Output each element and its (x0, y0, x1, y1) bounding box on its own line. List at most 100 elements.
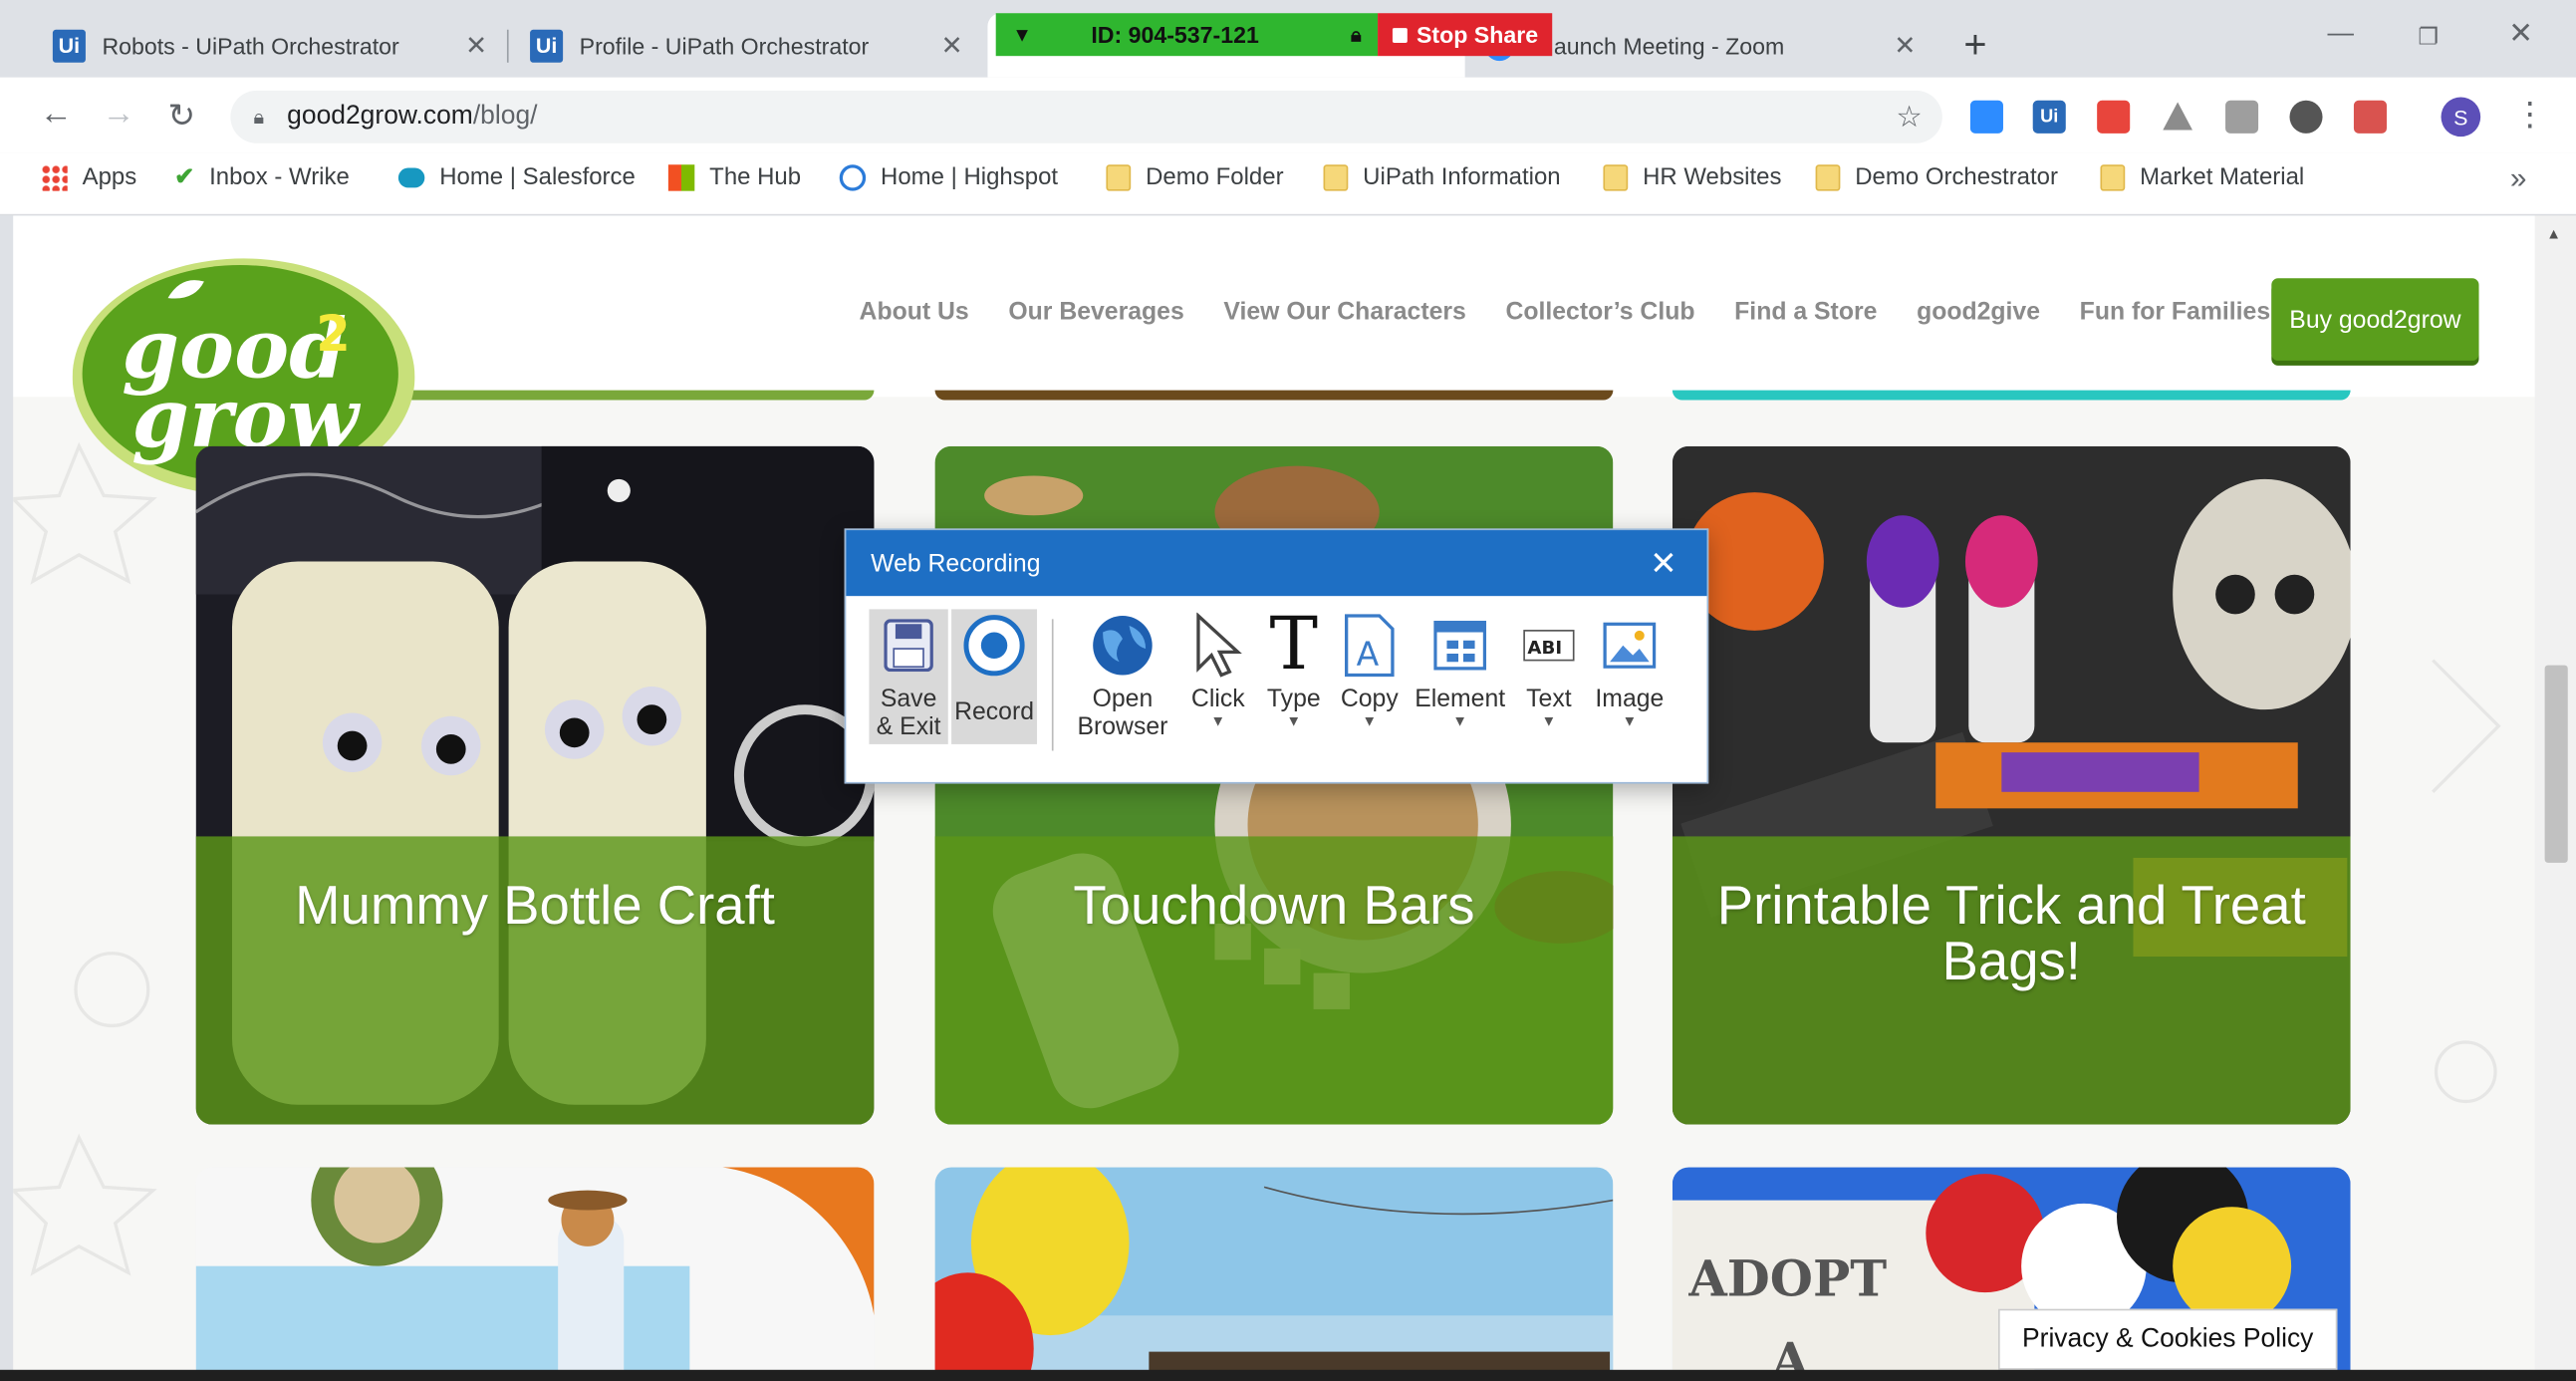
record-button[interactable]: Record (951, 609, 1038, 744)
nav-fun-for-families[interactable]: Fun for Families (2080, 298, 2270, 326)
bookmark-label: Inbox - Wrike (209, 164, 350, 191)
url-path: /blog/ (472, 102, 538, 131)
bookmark-wrike[interactable]: ✔ Inbox - Wrike (174, 164, 350, 190)
stop-share-button[interactable]: Stop Share (1378, 13, 1553, 57)
web-page: About Us Our Beverages View Our Characte… (13, 215, 2576, 1381)
party-balloons-photo (934, 1167, 1614, 1381)
bookmark-highspot[interactable]: Home | Highspot (839, 164, 1058, 191)
buy-good2grow-button[interactable]: Buy good2grow (2271, 278, 2479, 361)
nav-our-beverages[interactable]: Our Beverages (1008, 298, 1183, 326)
extension-icon[interactable] (2289, 100, 2323, 134)
dropdown-caret-icon: ▼ (1210, 712, 1226, 730)
zoom-meeting-id-panel[interactable]: ▼ ID: 904-537-121 🔒︎ (995, 13, 1379, 57)
image-picture-icon (1603, 609, 1657, 682)
close-icon[interactable]: ✕ (941, 29, 963, 62)
window-close-icon[interactable]: ✕ (2508, 17, 2533, 52)
bookmark-the-hub[interactable]: The Hub (667, 164, 802, 191)
folder-icon (1106, 164, 1132, 191)
open-browser-button[interactable]: Open Browser (1070, 609, 1175, 741)
browser-toolbar: ← → ↻ 🔒︎ good2grow.com/blog/ ☆ Ui S ⋮ (0, 77, 2576, 153)
signal-icon: ▼ (1012, 23, 1032, 47)
button-label: Browser (1077, 712, 1168, 741)
card-title: Mummy Bottle Craft (295, 874, 775, 936)
blog-card-woody-craft[interactable] (195, 1167, 875, 1381)
nav-good2give[interactable]: good2give (1917, 298, 2040, 326)
scroll-up-arrow-icon[interactable]: ▲ (2546, 225, 2561, 242)
dialog-close-icon[interactable]: ✕ (1650, 543, 1677, 584)
dropdown-caret-icon: ▼ (1286, 712, 1302, 730)
blog-card-party[interactable] (934, 1167, 1614, 1381)
folder-icon (1323, 164, 1349, 191)
ribbon-separator (1051, 619, 1054, 751)
back-arrow-icon[interactable]: ← (40, 96, 73, 134)
privacy-cookies-button[interactable]: Privacy & Cookies Policy (1998, 1308, 2338, 1370)
zoom-extension-icon[interactable] (1969, 100, 2003, 134)
forward-arrow-icon[interactable]: → (102, 96, 134, 134)
text-abi-icon: ABI (1522, 609, 1575, 682)
reload-icon[interactable]: ↻ (168, 96, 196, 137)
nav-view-our-characters[interactable]: View Our Characters (1223, 298, 1465, 326)
minimize-icon[interactable]: — (2327, 20, 2353, 50)
save-exit-button[interactable]: Save & Exit (869, 609, 948, 744)
extension-icon[interactable] (2097, 100, 2131, 134)
bookmark-market-material[interactable]: Market Material (2100, 164, 2304, 191)
nav-find-a-store[interactable]: Find a Store (1734, 298, 1877, 326)
record-icon (961, 609, 1027, 682)
tab-robots[interactable]: Ui Robots - UiPath Orchestrator ✕ (33, 13, 510, 77)
save-floppy-icon (884, 609, 933, 682)
bookmark-apps[interactable]: Apps (41, 164, 136, 191)
new-tab-button[interactable]: + (1963, 23, 1986, 69)
element-grid-icon (1433, 609, 1487, 682)
extension-icon[interactable] (2225, 100, 2259, 134)
more-menu-icon[interactable]: ⋮ (2513, 94, 2546, 135)
bookmark-label: The Hub (709, 164, 802, 191)
bookmark-demo-folder[interactable]: Demo Folder (1106, 164, 1284, 191)
bookmark-star-icon[interactable]: ☆ (1896, 100, 1923, 135)
button-label: Open (1092, 685, 1154, 713)
stop-icon (1392, 27, 1408, 43)
pdf-extension-icon[interactable] (2353, 100, 2387, 134)
close-icon[interactable]: ✕ (465, 29, 487, 62)
button-label: Type (1266, 685, 1321, 713)
woody-bottle-photo (195, 1167, 875, 1381)
url-host: good2grow.com (287, 102, 473, 131)
page-scrollbar[interactable]: ▲ (2534, 215, 2576, 1381)
site-nav: About Us Our Beverages View Our Characte… (860, 298, 2271, 326)
copy-document-icon: A (1343, 609, 1396, 682)
blog-card-mummy-bottle-craft[interactable]: Mummy Bottle Craft (195, 445, 875, 1125)
nav-collectors-club[interactable]: Collector’s Club (1505, 298, 1694, 326)
drive-extension-icon[interactable] (2163, 102, 2192, 131)
close-icon[interactable]: ✕ (1894, 29, 1916, 62)
profile-avatar[interactable]: S (2441, 97, 2481, 138)
element-button[interactable]: Element ▼ (1413, 609, 1508, 729)
scroll-thumb[interactable] (2544, 665, 2568, 863)
browser-tab-strip: Ui Robots - UiPath Orchestrator ✕ Ui Pro… (0, 0, 2576, 78)
uipath-extension-icon[interactable]: Ui (2032, 100, 2066, 134)
apps-grid-icon (41, 164, 68, 191)
blog-card-trick-or-treat-bags[interactable]: Printable Trick and Treat Bags! (1672, 445, 2351, 1125)
dialog-title: Web Recording (871, 549, 1041, 578)
tab-title: Profile - UiPath Orchestrator (579, 32, 870, 59)
card-edge (1672, 390, 2351, 401)
nav-about-us[interactable]: About Us (860, 298, 969, 326)
bookmark-label: UiPath Information (1363, 164, 1561, 191)
svg-text:ADOPT: ADOPT (1687, 1248, 1887, 1307)
tab-profile[interactable]: Ui Profile - UiPath Orchestrator ✕ (510, 13, 986, 77)
bookmark-salesforce[interactable]: Home | Salesforce (397, 164, 636, 191)
bookmark-demo-orchestrator[interactable]: Demo Orchestrator (1815, 164, 2058, 191)
copy-button[interactable]: A Copy ▼ (1337, 609, 1403, 729)
dropdown-caret-icon: ▼ (1622, 712, 1638, 730)
dropdown-caret-icon: ▼ (1452, 712, 1468, 730)
bookmark-uipath-info[interactable]: UiPath Information (1323, 164, 1561, 191)
stop-share-label: Stop Share (1416, 21, 1539, 48)
click-button[interactable]: Click ▼ (1181, 609, 1254, 729)
address-bar[interactable]: 🔒︎ good2grow.com/blog/ ☆ (230, 90, 1942, 143)
type-button[interactable]: T Type ▼ (1261, 609, 1327, 729)
bookmark-hr-websites[interactable]: HR Websites (1603, 164, 1782, 191)
text-button[interactable]: ABI Text ▼ (1518, 609, 1581, 729)
button-label: Image (1595, 685, 1665, 713)
bookmark-label: HR Websites (1643, 164, 1782, 191)
restore-icon[interactable]: ❐ (2418, 23, 2439, 51)
bookmarks-overflow-button[interactable]: » (2510, 161, 2527, 196)
image-button[interactable]: Image ▼ (1590, 609, 1669, 729)
